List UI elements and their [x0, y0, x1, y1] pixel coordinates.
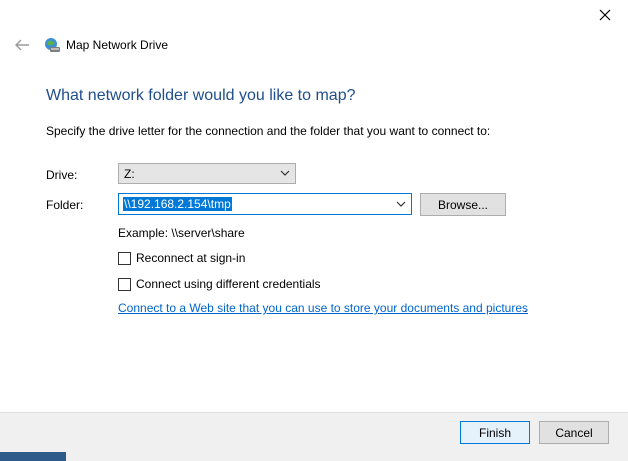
chevron-down-icon[interactable]: [396, 199, 406, 209]
drive-select[interactable]: Z:: [118, 163, 296, 184]
page-heading: What network folder would you like to ma…: [46, 87, 356, 104]
dialog-footer: [0, 412, 628, 461]
credentials-checkbox[interactable]: [118, 277, 131, 291]
folder-label: Folder:: [46, 198, 84, 212]
web-site-link[interactable]: Connect to a Web site that you can use t…: [118, 301, 528, 315]
reconnect-checkbox-row[interactable]: Reconnect at sign-in: [118, 251, 245, 265]
drive-label: Drive:: [46, 168, 78, 182]
window-title: Map Network Drive: [66, 38, 169, 52]
close-icon: [599, 9, 611, 21]
browse-button[interactable]: Browse...: [420, 193, 506, 216]
map-network-drive-dialog: Map Network Drive What network folder wo…: [0, 0, 628, 461]
folder-input-value: \\192.168.2.154\tmp: [123, 197, 232, 211]
credentials-checkbox-row[interactable]: Connect using different credentials: [118, 277, 321, 291]
example-text: Example: \\server\share: [118, 226, 245, 240]
back-button[interactable]: [13, 37, 31, 53]
drive-select-value: Z:: [124, 167, 135, 181]
credentials-label: Connect using different credentials: [136, 277, 321, 291]
link-period: .: [524, 301, 528, 315]
taskbar-edge: [0, 452, 66, 461]
finish-button[interactable]: Finish: [460, 421, 530, 444]
back-arrow-icon: [15, 39, 29, 51]
chevron-down-icon: [280, 170, 290, 176]
reconnect-label: Reconnect at sign-in: [136, 251, 246, 265]
instructions-text: Specify the drive letter for the connect…: [46, 124, 491, 138]
cancel-button[interactable]: Cancel: [539, 421, 609, 444]
network-drive-icon: [43, 36, 61, 54]
folder-input[interactable]: \\192.168.2.154\tmp: [118, 193, 412, 215]
close-button[interactable]: [588, 2, 622, 28]
reconnect-checkbox[interactable]: [118, 251, 131, 265]
